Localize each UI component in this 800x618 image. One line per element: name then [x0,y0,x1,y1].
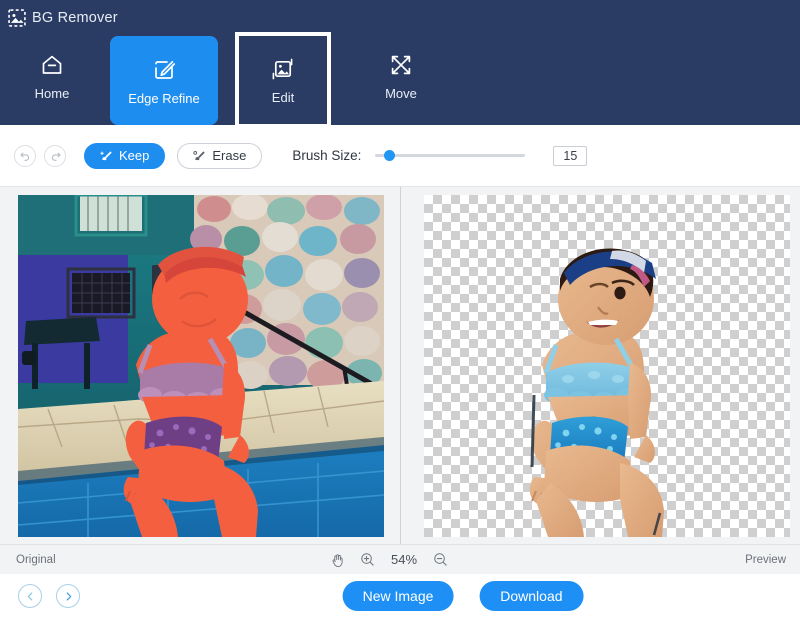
slider-thumb[interactable] [384,150,396,161]
nav-item-move[interactable]: Move [349,36,453,116]
preview-pane[interactable] [401,187,800,544]
brush-size-slider[interactable] [375,146,526,166]
nav-item-home[interactable]: Home [0,36,104,116]
status-original-label: Original [16,553,56,566]
nav-label-edge-refine: Edge Refine [128,90,200,106]
bg-remover-window: BG Remover Home Edge Refine Edit Move Ke… [0,0,800,618]
move-arrows-icon [391,55,411,75]
keep-brush-icon [100,151,112,161]
zoom-level: 54% [390,552,418,567]
hand-pan-icon[interactable] [330,552,346,568]
original-image[interactable] [17,195,384,537]
footer-bar: New Image Download [0,574,800,618]
brand: BG Remover [8,9,118,27]
original-photo-render [17,195,384,537]
next-image-button[interactable] [56,584,80,608]
undo-arrow-icon [19,152,29,161]
canvas-area [0,187,800,544]
status-bar: Original 54% Preview [0,544,800,574]
original-pane[interactable] [0,187,400,544]
brush-size-value[interactable]: 15 [553,145,588,166]
edit-toolbar: Keep Erase Brush Size: 15 [0,125,800,187]
nav-item-edge-refine[interactable]: Edge Refine [110,36,218,125]
new-image-button[interactable]: New Image [342,581,454,611]
edge-refine-icon [155,60,176,79]
zoom-in-icon[interactable] [360,552,375,567]
slider-track [375,154,526,157]
nav-label-home: Home [34,86,70,101]
status-preview-label: Preview [745,553,786,566]
nav-label-move: Move [385,86,417,101]
keep-button-label: Keep [119,148,150,163]
nav-item-edit[interactable]: Edit [235,32,331,128]
preview-image[interactable] [424,195,791,537]
redo-arrow-icon [51,152,61,161]
footer-actions: New Image Download [342,581,584,611]
keep-button[interactable]: Keep [84,142,166,169]
chevron-left-icon [27,591,32,601]
image-dashed-icon [8,9,26,27]
zoom-controls: 54% [330,552,448,568]
redo-button[interactable] [44,144,66,167]
edit-image-icon [272,58,293,80]
previous-image-button[interactable] [18,584,42,608]
cutout-photo-render [529,248,665,537]
zoom-out-icon[interactable] [433,552,448,567]
nav-label-edit: Edit [271,90,295,105]
app-title: BG Remover [32,10,118,26]
page-navigation [18,584,80,608]
erase-button[interactable]: Erase [177,142,263,169]
erase-brush-icon [193,151,206,161]
chevron-right-icon [66,591,71,601]
home-icon [42,55,62,74]
erase-button-label: Erase [212,148,247,163]
undo-button[interactable] [14,144,36,167]
app-header: BG Remover Home Edge Refine Edit Move [0,0,800,128]
brush-size-label: Brush Size: [292,148,362,163]
main-nav: Home Edge Refine Edit Move [0,32,453,128]
download-button[interactable]: Download [479,581,584,611]
